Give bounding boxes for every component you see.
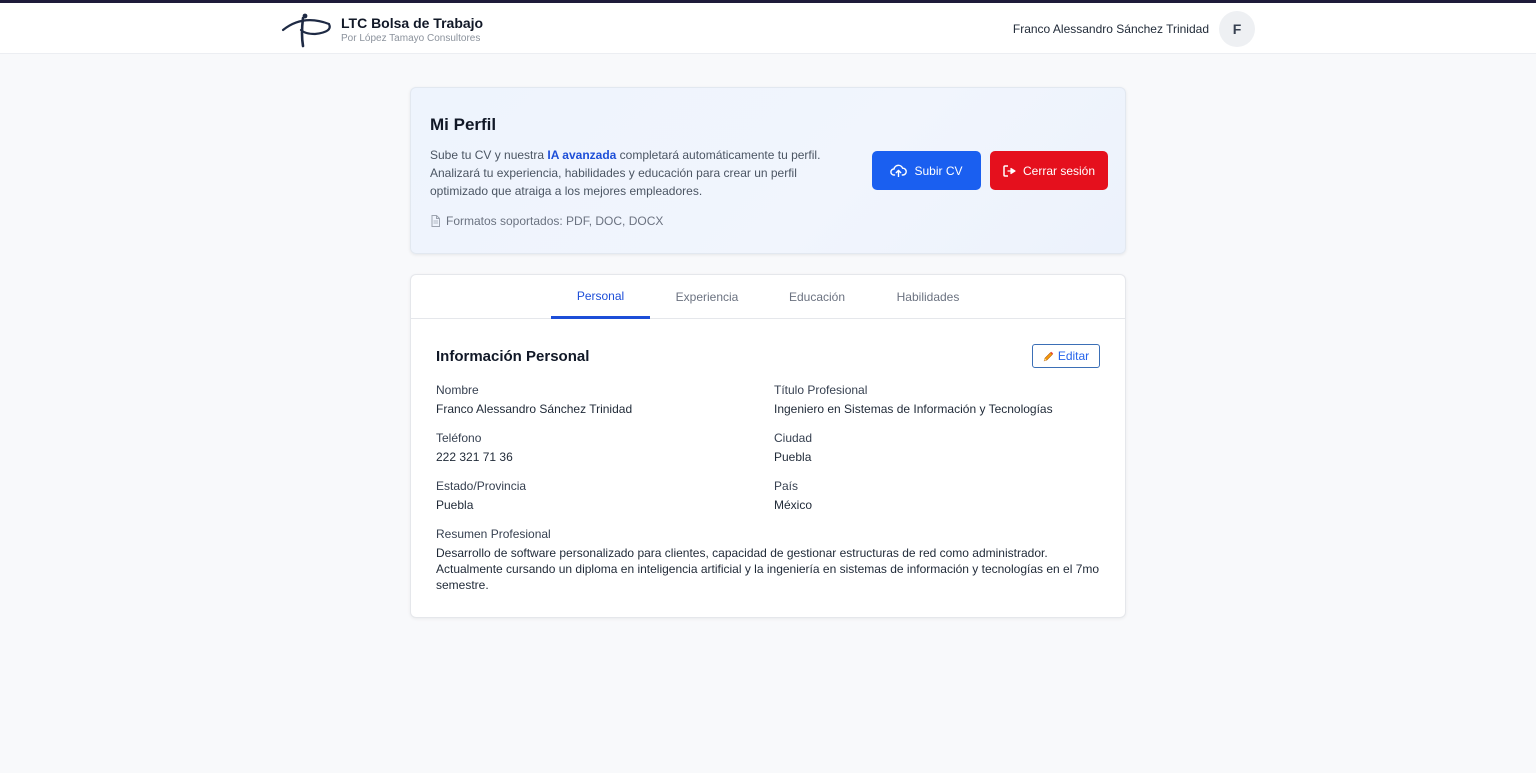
logout-label: Cerrar sesión [1022, 163, 1096, 178]
field-label-estado: Estado/Provincia [436, 479, 527, 493]
brand-subtitle: Por López Tamayo Consultores [341, 33, 481, 44]
supported-formats: Formatos soportados: PDF, DOC, DOCX [430, 214, 663, 228]
logout-button[interactable]: Cerrar sesión [990, 151, 1108, 190]
field-value-nombre: Franco Alessandro Sánchez Trinidad [436, 402, 633, 416]
edit-button[interactable]: Editar [1032, 344, 1100, 368]
page-title: Mi Perfil [430, 115, 497, 134]
profile-upload-card: Mi Perfil Sube tu CV y nuestra IA avanza… [410, 87, 1126, 254]
cloud-upload-icon [890, 164, 908, 177]
description-intro: Sube tu CV y nuestra [430, 148, 548, 162]
profile-tabs: Personal Experiencia Educación Habilidad… [411, 275, 1125, 319]
upload-cv-label: Subir CV [914, 163, 963, 178]
tab-habilidades[interactable]: Habilidades [883, 275, 973, 319]
upload-cv-button[interactable]: Subir CV [872, 151, 981, 190]
field-label-pais: País [774, 479, 799, 493]
app-header: LTC Bolsa de Trabajo Por López Tamayo Co… [0, 3, 1536, 54]
tab-experiencia[interactable]: Experiencia [663, 275, 751, 319]
edit-label: Editar [1057, 349, 1090, 363]
field-value-ciudad: Puebla [774, 450, 812, 464]
field-value-telefono: 222 321 71 36 [436, 450, 513, 464]
field-label-ciudad: Ciudad [774, 431, 813, 445]
summary-label: Resumen Profesional [436, 527, 551, 541]
brand-logo[interactable] [281, 12, 333, 48]
summary-text: Desarrollo de software personalizado par… [436, 546, 1100, 592]
sign-out-icon [1003, 164, 1016, 177]
brand-title[interactable]: LTC Bolsa de Trabajo [341, 15, 483, 31]
field-label-telefono: Teléfono [436, 431, 482, 445]
ai-highlight: IA avanzada [547, 148, 617, 162]
user-name[interactable]: Franco Alessandro Sánchez Trinidad [1013, 22, 1209, 36]
field-label-nombre: Nombre [436, 383, 479, 397]
field-value-titulo: Ingeniero en Sistemas de Información y T… [774, 402, 1053, 416]
field-label-titulo: Título Profesional [774, 383, 868, 397]
field-value-estado: Puebla [436, 498, 474, 512]
formats-text: Formatos soportados: PDF, DOC, DOCX [446, 214, 664, 228]
profile-description: Sube tu CV y nuestra IA avanzada complet… [430, 146, 840, 200]
file-icon [431, 215, 440, 227]
pencil-icon [1043, 351, 1054, 361]
avatar[interactable]: F [1219, 11, 1255, 47]
profile-details-card: Personal Experiencia Educación Habilidad… [410, 274, 1126, 618]
tab-personal[interactable]: Personal [551, 275, 650, 319]
section-title: Información Personal [436, 348, 590, 365]
tab-educacion[interactable]: Educación [773, 275, 861, 319]
field-value-pais: México [774, 498, 813, 512]
